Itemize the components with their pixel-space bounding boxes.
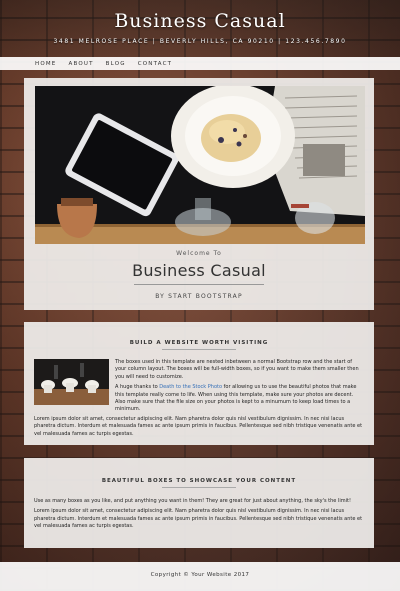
section-build-website: BUILD A WEBSITE WORTH VISITING The boxes… bbox=[24, 322, 374, 445]
section-divider bbox=[162, 487, 236, 488]
section-divider bbox=[162, 349, 236, 350]
hero-title: Business Casual bbox=[132, 261, 266, 280]
hero-welcome: Welcome To bbox=[176, 250, 222, 257]
boxes-paragraph-2: Lorem ipsum dolor sit amet, consectetur … bbox=[34, 508, 363, 530]
intro-paragraph-2: A huge thanks to Death to the Stock Phot… bbox=[115, 384, 364, 414]
lorem-paragraph: Lorem ipsum dolor sit amet, consectetur … bbox=[34, 415, 363, 437]
boxes-paragraph-1: Use as many boxes as you like, and put a… bbox=[34, 498, 351, 504]
intro-paragraph-1: The boxes used in this template are nest… bbox=[115, 359, 359, 380]
intro-paragraph-2-prefix: A huge thanks to bbox=[115, 384, 160, 391]
site-header: Business Casual 3481 MELROSE PLACE | BEV… bbox=[0, 0, 400, 57]
section-beautiful-boxes: BEAUTIFUL BOXES TO SHOWCASE YOUR CONTENT… bbox=[24, 458, 374, 548]
top-navigation: HOME ABOUT BLOG CONTACT bbox=[0, 57, 400, 70]
footer-copyright: Copyright © Your Website 2017 bbox=[150, 572, 250, 578]
intro-text: The boxes used in this template are nest… bbox=[115, 359, 364, 414]
site-address: 3481 MELROSE PLACE | BEVERLY HILLS, CA 9… bbox=[53, 38, 347, 45]
intro-image bbox=[34, 359, 109, 405]
section-heading: BEAUTIFUL BOXES TO SHOWCASE YOUR CONTENT bbox=[101, 478, 297, 484]
nav-about[interactable]: ABOUT bbox=[69, 61, 94, 67]
site-title: Business Casual bbox=[114, 10, 286, 32]
section-heading: BUILD A WEBSITE WORTH VISITING bbox=[129, 340, 269, 346]
hero-divider bbox=[134, 284, 264, 285]
nav-home[interactable]: HOME bbox=[35, 61, 57, 67]
site-footer: Copyright © Your Website 2017 bbox=[0, 562, 400, 591]
nav-blog[interactable]: BLOG bbox=[106, 61, 126, 67]
nav-contact[interactable]: CONTACT bbox=[138, 61, 172, 67]
hero-image bbox=[35, 86, 365, 244]
hero-subtitle: BY START BOOTSTRAP bbox=[155, 293, 243, 300]
hero-text: Welcome To Business Casual BY START BOOT… bbox=[24, 250, 374, 300]
section-row: The boxes used in this template are nest… bbox=[34, 359, 364, 414]
stock-photo-link[interactable]: Death to the Stock Photo bbox=[159, 384, 222, 390]
